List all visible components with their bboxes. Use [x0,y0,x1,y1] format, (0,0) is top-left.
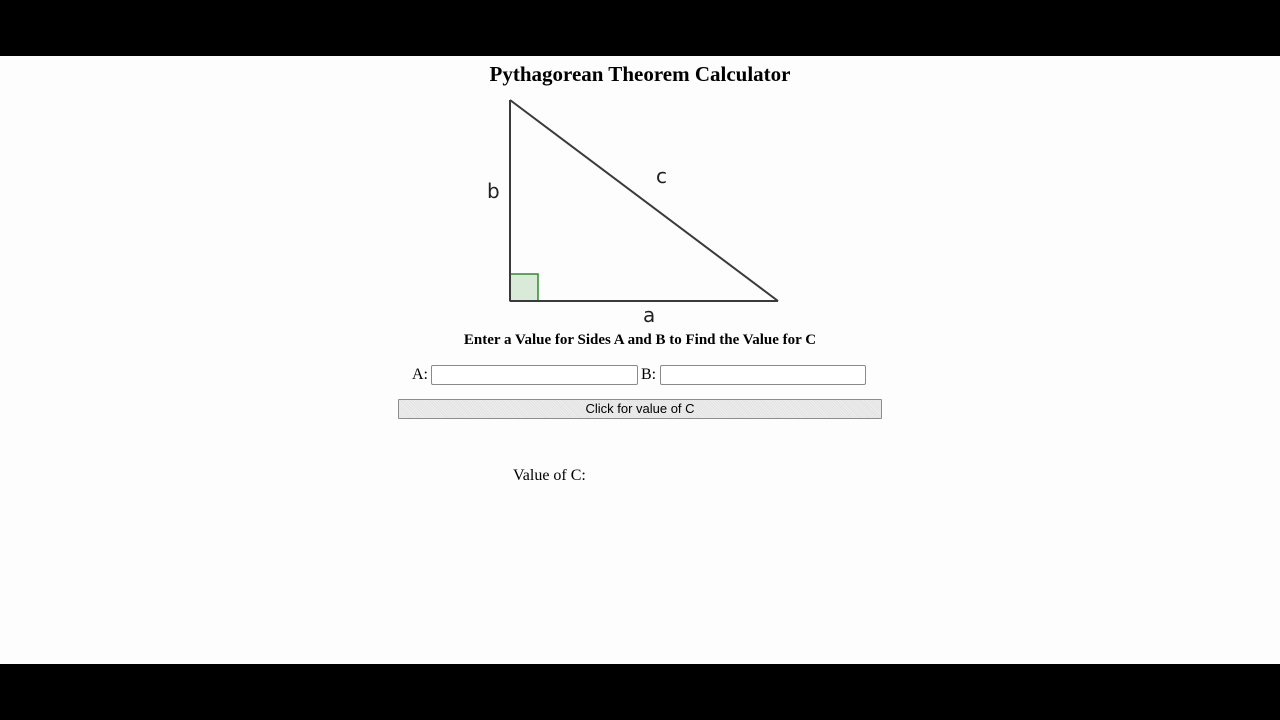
calculate-c-button[interactable]: Click for value of C [398,399,882,419]
instructions-heading: Enter a Value for Sides A and B to Find … [463,332,817,348]
side-a-label: a [643,303,655,327]
result-line: Value of C: [513,466,590,486]
side-b-input[interactable] [660,365,866,385]
side-a-input[interactable] [431,365,638,385]
side-c-label: c [656,164,667,188]
result-label: Value of C: [513,467,586,484]
side-a-label-text: A: [412,366,428,383]
side-b-label-text: B: [641,366,657,383]
letterbox-top [0,0,1280,56]
page-title: Pythagorean Theorem Calculator [489,62,791,86]
letterbox-bottom [0,664,1280,720]
side-c-line [509,99,779,302]
side-b-label: b [487,179,500,203]
calculator-page: Pythagorean Theorem Calculator b c a Ent… [0,56,1280,664]
right-angle-marker [509,273,539,302]
triangle-diagram: b c a [487,99,779,327]
